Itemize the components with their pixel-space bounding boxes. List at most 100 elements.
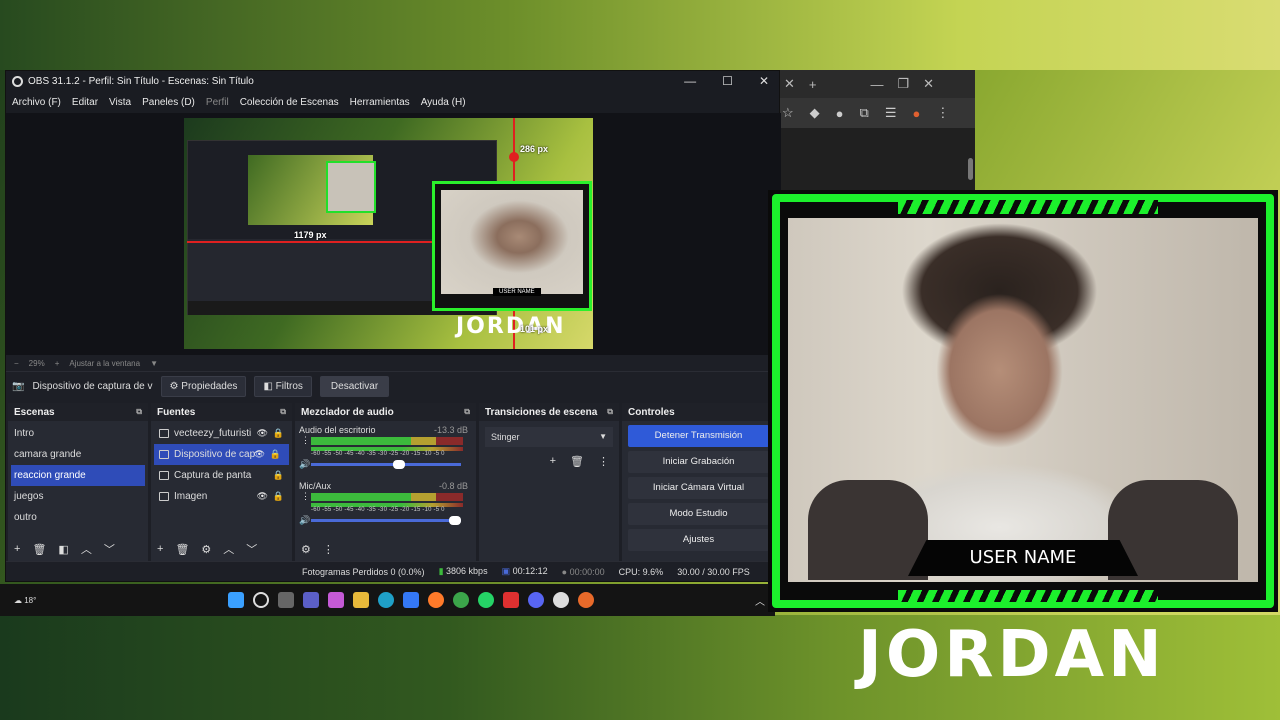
mixer-settings-icon[interactable]: ⚙	[301, 543, 311, 556]
menu-herramientas[interactable]: Herramientas	[350, 97, 410, 108]
move-up-icon[interactable]: ︿	[81, 541, 92, 557]
start-recording-button[interactable]: Iniciar Grabación	[628, 451, 769, 473]
visibility-eye-icon[interactable]: 👁	[257, 486, 268, 507]
properties-button[interactable]: ⚙ Propiedades	[160, 376, 247, 397]
dock-undock-icon[interactable]: ⧉	[136, 407, 142, 417]
menu-coleccion-escenas[interactable]: Colección de Escenas	[240, 97, 339, 108]
dock-undock-icon[interactable]: ⧉	[607, 407, 613, 417]
close-button[interactable]: ✕	[759, 74, 769, 88]
volume-slider-knob[interactable]	[393, 460, 405, 469]
studio-mode-button[interactable]: Modo Estudio	[628, 503, 769, 525]
mixer-menu-icon[interactable]: ⋮	[323, 543, 334, 556]
store-icon[interactable]	[403, 592, 419, 608]
menu-vista[interactable]: Vista	[109, 97, 131, 108]
scene-item-juegos[interactable]: juegos	[8, 486, 148, 507]
lock-icon[interactable]: 🔒	[273, 486, 284, 507]
extension-icon[interactable]: ●	[836, 106, 844, 121]
menu-ayuda[interactable]: Ayuda (H)	[421, 97, 466, 108]
dock-undock-icon[interactable]: ⧉	[280, 407, 286, 417]
visibility-eye-icon[interactable]: 👁	[257, 423, 268, 444]
add-source-icon[interactable]: +	[157, 543, 163, 555]
zoom-in-button[interactable]: +	[55, 359, 60, 368]
scene-item-intro[interactable]: Intro	[8, 423, 148, 444]
menu-perfil[interactable]: Perfil	[206, 97, 229, 108]
add-scene-icon[interactable]: +	[14, 543, 20, 555]
filters-button[interactable]: ◧ Filtros	[254, 376, 312, 397]
firefox-icon[interactable]	[428, 592, 444, 608]
channel-menu-icon[interactable]: ⋮	[301, 491, 310, 502]
bookmark-star-icon[interactable]: ☆	[782, 105, 794, 121]
obs-taskbar-icon[interactable]	[553, 592, 569, 608]
lock-icon[interactable]: 🔒	[273, 465, 284, 486]
menu-archivo[interactable]: Archivo (F)	[12, 97, 61, 108]
minimize-icon[interactable]: —	[871, 77, 884, 92]
discord-icon[interactable]	[528, 592, 544, 608]
maximize-button[interactable]: ☐	[722, 74, 733, 88]
zoom-dropdown-icon[interactable]: ▼	[150, 359, 158, 368]
volume-slider[interactable]	[311, 460, 461, 469]
wps-icon[interactable]	[503, 592, 519, 608]
copilot-icon[interactable]	[328, 592, 344, 608]
channel-menu-icon[interactable]: ⋮	[301, 435, 310, 446]
dock-undock-icon[interactable]: ⧉	[464, 407, 470, 417]
volume-slider[interactable]	[311, 516, 461, 525]
measure-handle[interactable]	[509, 152, 519, 162]
transition-select[interactable]: Stinger ▼	[485, 427, 613, 447]
whatsapp-icon[interactable]	[478, 592, 494, 608]
camera-source-frame[interactable]: USER NAME	[432, 181, 592, 311]
menu-icon[interactable]: ⋮	[936, 105, 949, 121]
volume-slider-knob[interactable]	[449, 516, 461, 525]
weather-widget[interactable]: ☁ 18°	[0, 596, 60, 605]
menu-editar[interactable]: Editar	[72, 97, 98, 108]
start-virtual-camera-button[interactable]: Iniciar Cámara Virtual	[628, 477, 769, 499]
remove-source-icon[interactable]: 🗑	[175, 543, 189, 556]
zoom-fit-option[interactable]: Ajustar a la ventana	[69, 359, 140, 368]
move-up-icon[interactable]: ︿	[223, 541, 234, 557]
scene-item-camara-grande[interactable]: camara grande	[8, 444, 148, 465]
source-item[interactable]: Dispositivo de cap 👁 🔒	[154, 444, 289, 465]
teams-icon[interactable]	[303, 592, 319, 608]
start-icon[interactable]	[228, 592, 244, 608]
visibility-eye-icon[interactable]: 👁	[254, 444, 265, 465]
edge-icon[interactable]	[378, 592, 394, 608]
file-explorer-icon[interactable]	[353, 592, 369, 608]
chrome-icon[interactable]	[453, 592, 469, 608]
stop-stream-button[interactable]: Detener Transmisión	[628, 425, 769, 447]
close-icon[interactable]: ✕	[923, 76, 934, 92]
reading-list-icon[interactable]: ☰	[885, 105, 897, 121]
preview-canvas[interactable]: 1179 px 286 px USER NAME JORDAN 101 px	[184, 118, 593, 349]
preview-area[interactable]: 1179 px 286 px USER NAME JORDAN 101 px	[6, 113, 781, 355]
puzzle-icon[interactable]: ⧉	[860, 105, 869, 121]
task-view-icon[interactable]	[278, 592, 294, 608]
transition-menu-icon[interactable]: ⋮	[598, 455, 609, 468]
move-down-icon[interactable]: ﹀	[104, 541, 115, 557]
scene-item-outro[interactable]: outro	[8, 507, 148, 528]
remove-transition-icon[interactable]: 🗑	[570, 455, 584, 468]
search-icon[interactable]	[253, 592, 269, 608]
speaker-icon[interactable]: 🔊	[299, 515, 310, 526]
lock-icon[interactable]: 🔒	[273, 423, 284, 444]
brave-taskbar-icon[interactable]	[578, 592, 594, 608]
menu-paneles[interactable]: Paneles (D)	[142, 97, 195, 108]
scene-filters-icon[interactable]: ◧	[58, 543, 68, 556]
lock-icon[interactable]: 🔒	[270, 444, 281, 465]
source-item[interactable]: Captura de panta 🔒	[151, 465, 292, 486]
move-down-icon[interactable]: ﹀	[246, 541, 257, 557]
remove-scene-icon[interactable]: 🗑	[32, 543, 46, 556]
new-tab-icon[interactable]: +	[809, 77, 817, 92]
source-item[interactable]: Imagen 👁 🔒	[151, 486, 292, 507]
extension-diamond-icon[interactable]: ◆	[810, 105, 820, 121]
source-item[interactable]: vecteezy_futuristi 👁 🔒	[151, 423, 292, 444]
source-settings-icon[interactable]: ⚙	[201, 543, 211, 556]
brave-icon[interactable]: ●	[912, 106, 920, 121]
minimize-button[interactable]: —	[684, 74, 696, 88]
settings-button[interactable]: Ajustes	[628, 529, 769, 551]
deactivate-button[interactable]: Desactivar	[319, 376, 390, 397]
speaker-icon[interactable]: 🔊	[299, 459, 310, 470]
add-transition-icon[interactable]: +	[550, 455, 556, 468]
tab-close-icon[interactable]: ✕	[784, 76, 795, 92]
scene-item-reaccion-grande[interactable]: reaccion grande	[11, 465, 145, 486]
zoom-out-button[interactable]: −	[14, 359, 19, 368]
maximize-icon[interactable]: ❐	[898, 76, 910, 92]
browser-scrollbar[interactable]	[968, 158, 973, 180]
